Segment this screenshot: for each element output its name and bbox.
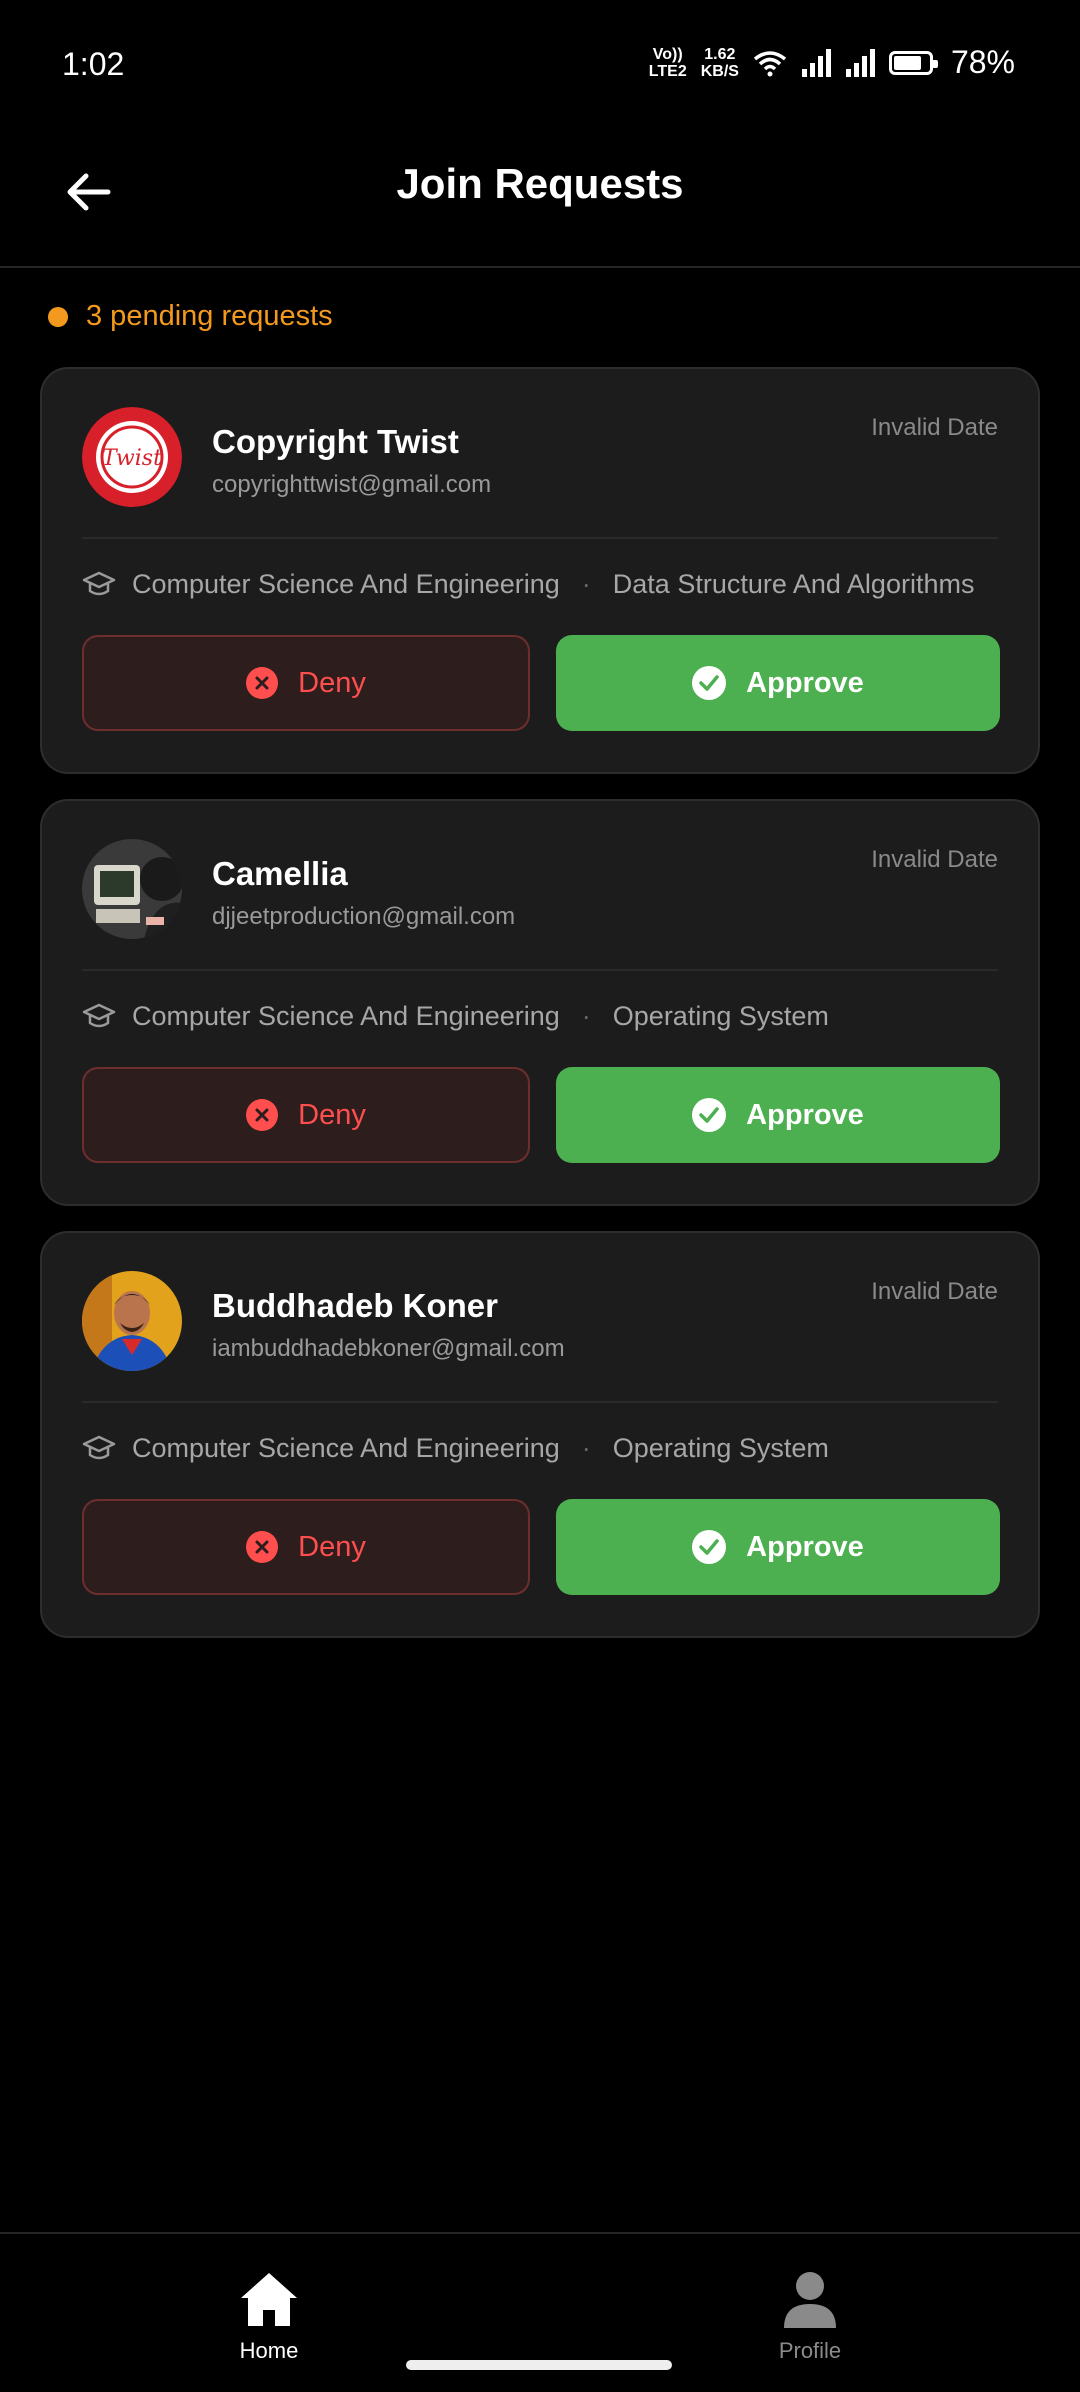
check-circle-icon bbox=[692, 1098, 727, 1132]
course: Operating System bbox=[612, 1001, 829, 1031]
pending-indicator: 3 pending requests bbox=[48, 300, 333, 333]
signal-icon-sim2 bbox=[845, 48, 875, 77]
request-meta: Computer Science And Engineering · Data … bbox=[82, 569, 974, 600]
svg-text:Twist: Twist bbox=[102, 446, 162, 471]
nav-label-home: Home bbox=[239, 2338, 299, 2363]
x-circle-icon bbox=[246, 1099, 279, 1131]
graduation-cap-icon bbox=[82, 1002, 116, 1032]
meta-separator: · bbox=[581, 1433, 591, 1463]
status-time: 1:02 bbox=[62, 46, 125, 82]
pending-count-label: 3 pending requests bbox=[86, 300, 333, 332]
deny-button[interactable]: Deny bbox=[82, 1499, 530, 1595]
request-date: Invalid Date bbox=[871, 846, 998, 873]
status-bar: 1:02 Vo)) LTE2 1.62 KB/S 78% bbox=[0, 0, 1080, 130]
home-indicator[interactable] bbox=[406, 2360, 672, 2370]
home-icon bbox=[241, 2273, 297, 2326]
battery-icon bbox=[888, 50, 938, 75]
avatar bbox=[82, 839, 182, 939]
nav-item-profile[interactable]: Profile bbox=[710, 2270, 910, 2364]
department: Computer Science And Engineering bbox=[132, 569, 560, 599]
request-card: Camellia djjeetproduction@gmail.com Inva… bbox=[40, 799, 1040, 1206]
approve-label: Approve bbox=[746, 1530, 864, 1563]
network-speed: 1.62 KB/S bbox=[700, 45, 739, 80]
request-card: Buddhadeb Koner iambuddhadebkoner@gmail.… bbox=[40, 1231, 1040, 1638]
divider bbox=[82, 969, 998, 971]
x-circle-icon bbox=[246, 1531, 279, 1563]
status-icons: Vo)) LTE2 1.62 KB/S 78% bbox=[649, 44, 1015, 81]
requester-name: Camellia bbox=[212, 855, 348, 892]
deny-label: Deny bbox=[298, 1530, 366, 1563]
approve-button[interactable]: Approve bbox=[556, 1499, 1000, 1595]
request-meta: Computer Science And Engineering · Opera… bbox=[82, 1433, 829, 1464]
avatar: Twist bbox=[82, 407, 182, 507]
department: Computer Science And Engineering bbox=[132, 1433, 560, 1463]
person-icon bbox=[784, 2272, 836, 2328]
approve-label: Approve bbox=[746, 1098, 864, 1131]
course: Data Structure And Algorithms bbox=[612, 569, 975, 599]
department: Computer Science And Engineering bbox=[132, 1001, 560, 1031]
course: Operating System bbox=[612, 1433, 829, 1463]
pending-dot bbox=[48, 306, 68, 327]
requester-email: copyrighttwist@gmail.com bbox=[212, 471, 492, 498]
app-header: Join Requests bbox=[0, 130, 1080, 268]
requester-email: djjeetproduction@gmail.com bbox=[212, 903, 516, 930]
approve-button[interactable]: Approve bbox=[556, 1067, 1000, 1163]
meta-separator: · bbox=[581, 1001, 591, 1031]
deny-label: Deny bbox=[298, 666, 366, 699]
divider bbox=[82, 1401, 998, 1403]
request-card: Twist Copyright Twist copyrighttwist@gma… bbox=[40, 367, 1040, 774]
requester-email: iambuddhadebkoner@gmail.com bbox=[212, 1335, 565, 1362]
avatar bbox=[82, 1271, 182, 1371]
check-circle-icon bbox=[692, 1530, 727, 1564]
request-date: Invalid Date bbox=[871, 1278, 998, 1305]
nav-label-profile: Profile bbox=[778, 2338, 842, 2363]
wifi-icon bbox=[753, 50, 787, 76]
deny-label: Deny bbox=[298, 1098, 366, 1131]
deny-button[interactable]: Deny bbox=[82, 1067, 530, 1163]
volte-indicator: Vo)) LTE2 bbox=[648, 45, 687, 80]
deny-button[interactable]: Deny bbox=[82, 635, 530, 731]
divider bbox=[82, 537, 998, 539]
approve-button[interactable]: Approve bbox=[556, 635, 1000, 731]
requester-name: Buddhadeb Koner bbox=[212, 1287, 498, 1324]
graduation-cap-icon bbox=[82, 570, 116, 600]
battery-percent: 78% bbox=[950, 44, 1015, 80]
nav-item-home[interactable]: Home bbox=[169, 2270, 369, 2364]
page-title: Join Requests bbox=[396, 160, 684, 207]
signal-icon-sim1 bbox=[801, 48, 831, 77]
approve-label: Approve bbox=[746, 666, 864, 699]
meta-separator: · bbox=[581, 569, 591, 599]
x-circle-icon bbox=[246, 667, 279, 699]
check-circle-icon bbox=[692, 666, 727, 700]
request-meta: Computer Science And Engineering · Opera… bbox=[82, 1001, 829, 1032]
requester-name: Copyright Twist bbox=[212, 423, 459, 460]
request-date: Invalid Date bbox=[871, 414, 998, 441]
graduation-cap-icon bbox=[82, 1434, 116, 1464]
